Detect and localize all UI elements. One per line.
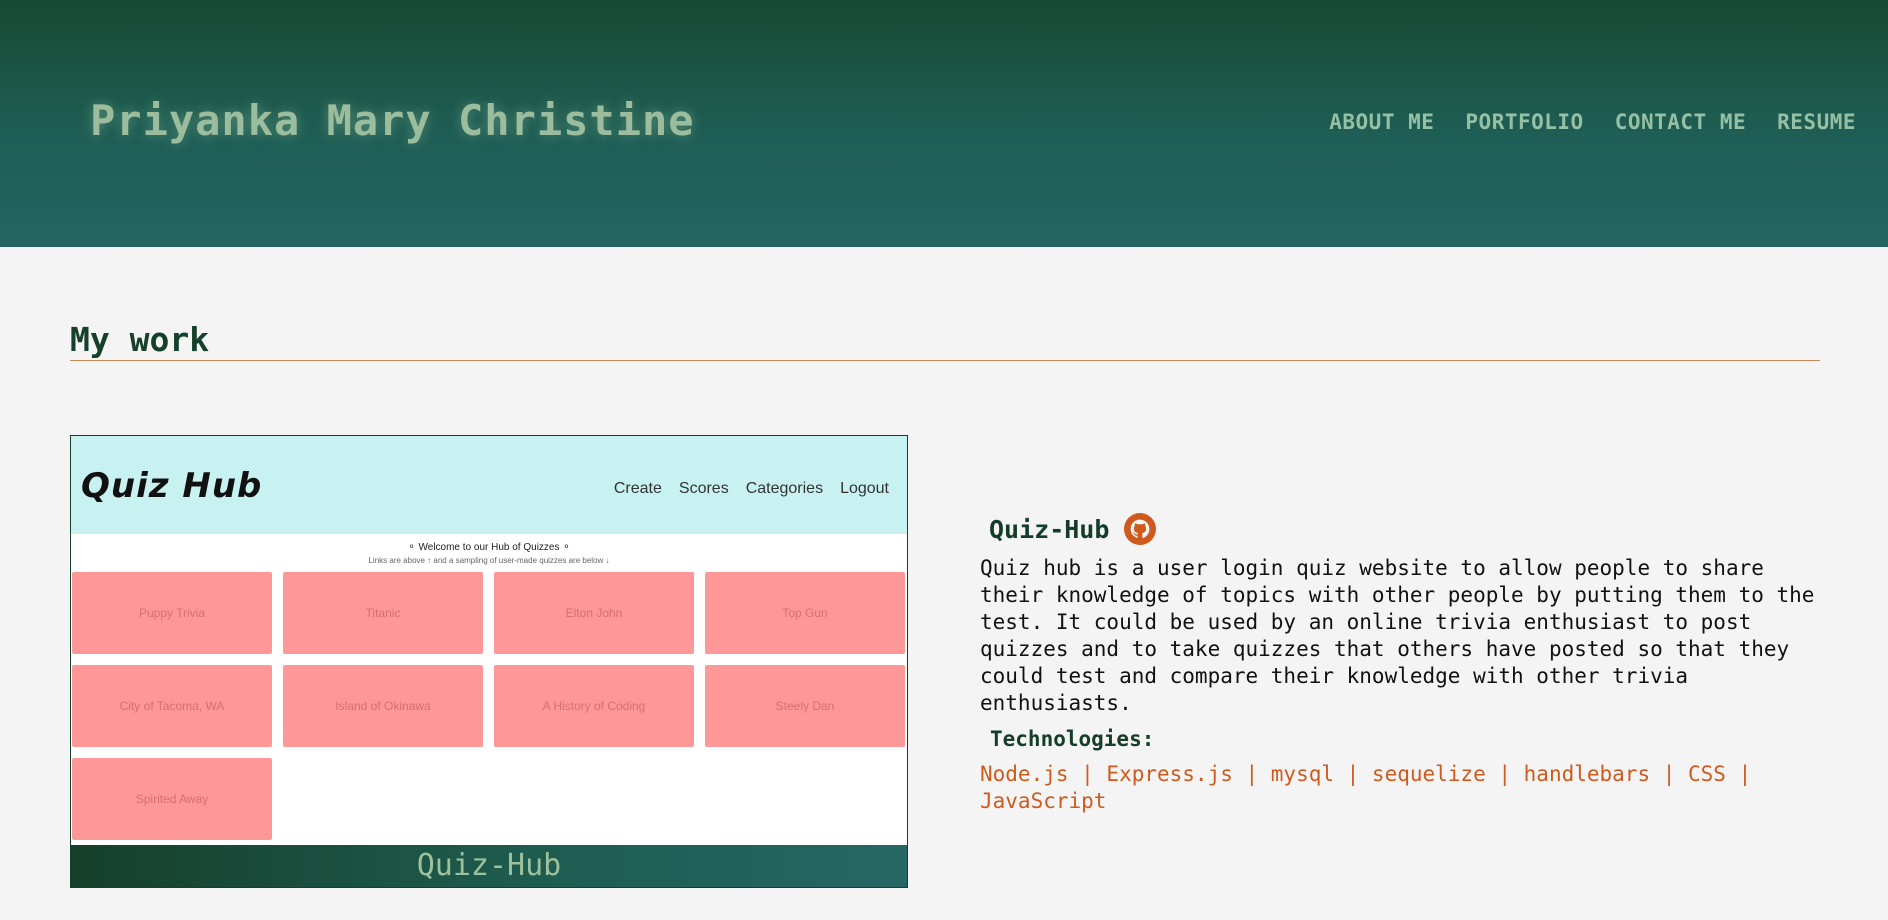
technologies-list: Node.js | Express.js | mysql | sequelize… <box>980 762 1752 813</box>
nav-contact-me[interactable]: CONTACT ME <box>1615 110 1746 134</box>
screenshot-tile: A History of Coding <box>494 665 694 747</box>
project-caption[interactable]: Quiz-Hub <box>71 845 907 887</box>
screenshot-tile: City of Tacoma, WA <box>72 665 272 747</box>
screenshot-tile: Island of Okinawa <box>283 665 483 747</box>
screenshot-tile: Spirited Away <box>72 758 272 840</box>
project-details: Quiz-Hub Quiz hub is a user login quiz w… <box>980 513 1820 815</box>
site-title: Priyanka Mary Christine <box>90 96 695 145</box>
screenshot-tile: Steely Dan <box>705 665 905 747</box>
project-title-row: Quiz-Hub <box>989 513 1820 545</box>
screenshot-nav-item: Categories <box>745 480 824 497</box>
site-header: Priyanka Mary Christine ABOUT ME PORTFOL… <box>0 0 1888 247</box>
nav-resume[interactable]: RESUME <box>1777 110 1856 134</box>
github-icon[interactable] <box>1124 513 1157 545</box>
section-title: My work <box>70 320 210 359</box>
screenshot-tile: Puppy Trivia <box>72 572 272 654</box>
screenshot-nav-item: Scores <box>678 480 729 497</box>
screenshot-logo: Quiz Hub <box>81 466 263 506</box>
section-divider <box>70 360 1820 361</box>
nav-portfolio[interactable]: PORTFOLIO <box>1465 110 1583 134</box>
screenshot-nav-item: Logout <box>840 480 889 497</box>
screenshot-tile: Titanic <box>283 572 483 654</box>
project-screenshot: Quiz Hub Create Scores Categories Logout… <box>71 436 907 845</box>
screenshot-tile: Top Gun <box>705 572 905 654</box>
screenshot-nav-item: Create <box>613 480 662 497</box>
screenshot-nav: Create Scores Categories Logout <box>614 480 889 498</box>
screenshot-subtext: Links are above ↑ and a sampling of user… <box>368 556 610 565</box>
main-nav: ABOUT ME PORTFOLIO CONTACT ME RESUME <box>1329 110 1856 134</box>
project-title: Quiz-Hub <box>989 514 1110 544</box>
project-card[interactable]: Quiz Hub Create Scores Categories Logout… <box>70 435 908 888</box>
project-description: Quiz hub is a user login quiz website to… <box>980 556 1815 715</box>
screenshot-tile: Elton John <box>494 572 694 654</box>
screenshot-welcome: ⚬ Welcome to our Hub of Quizzes ⚬ <box>407 542 571 553</box>
technologies-label: Technologies: <box>990 727 1155 751</box>
nav-about-me[interactable]: ABOUT ME <box>1329 110 1434 134</box>
